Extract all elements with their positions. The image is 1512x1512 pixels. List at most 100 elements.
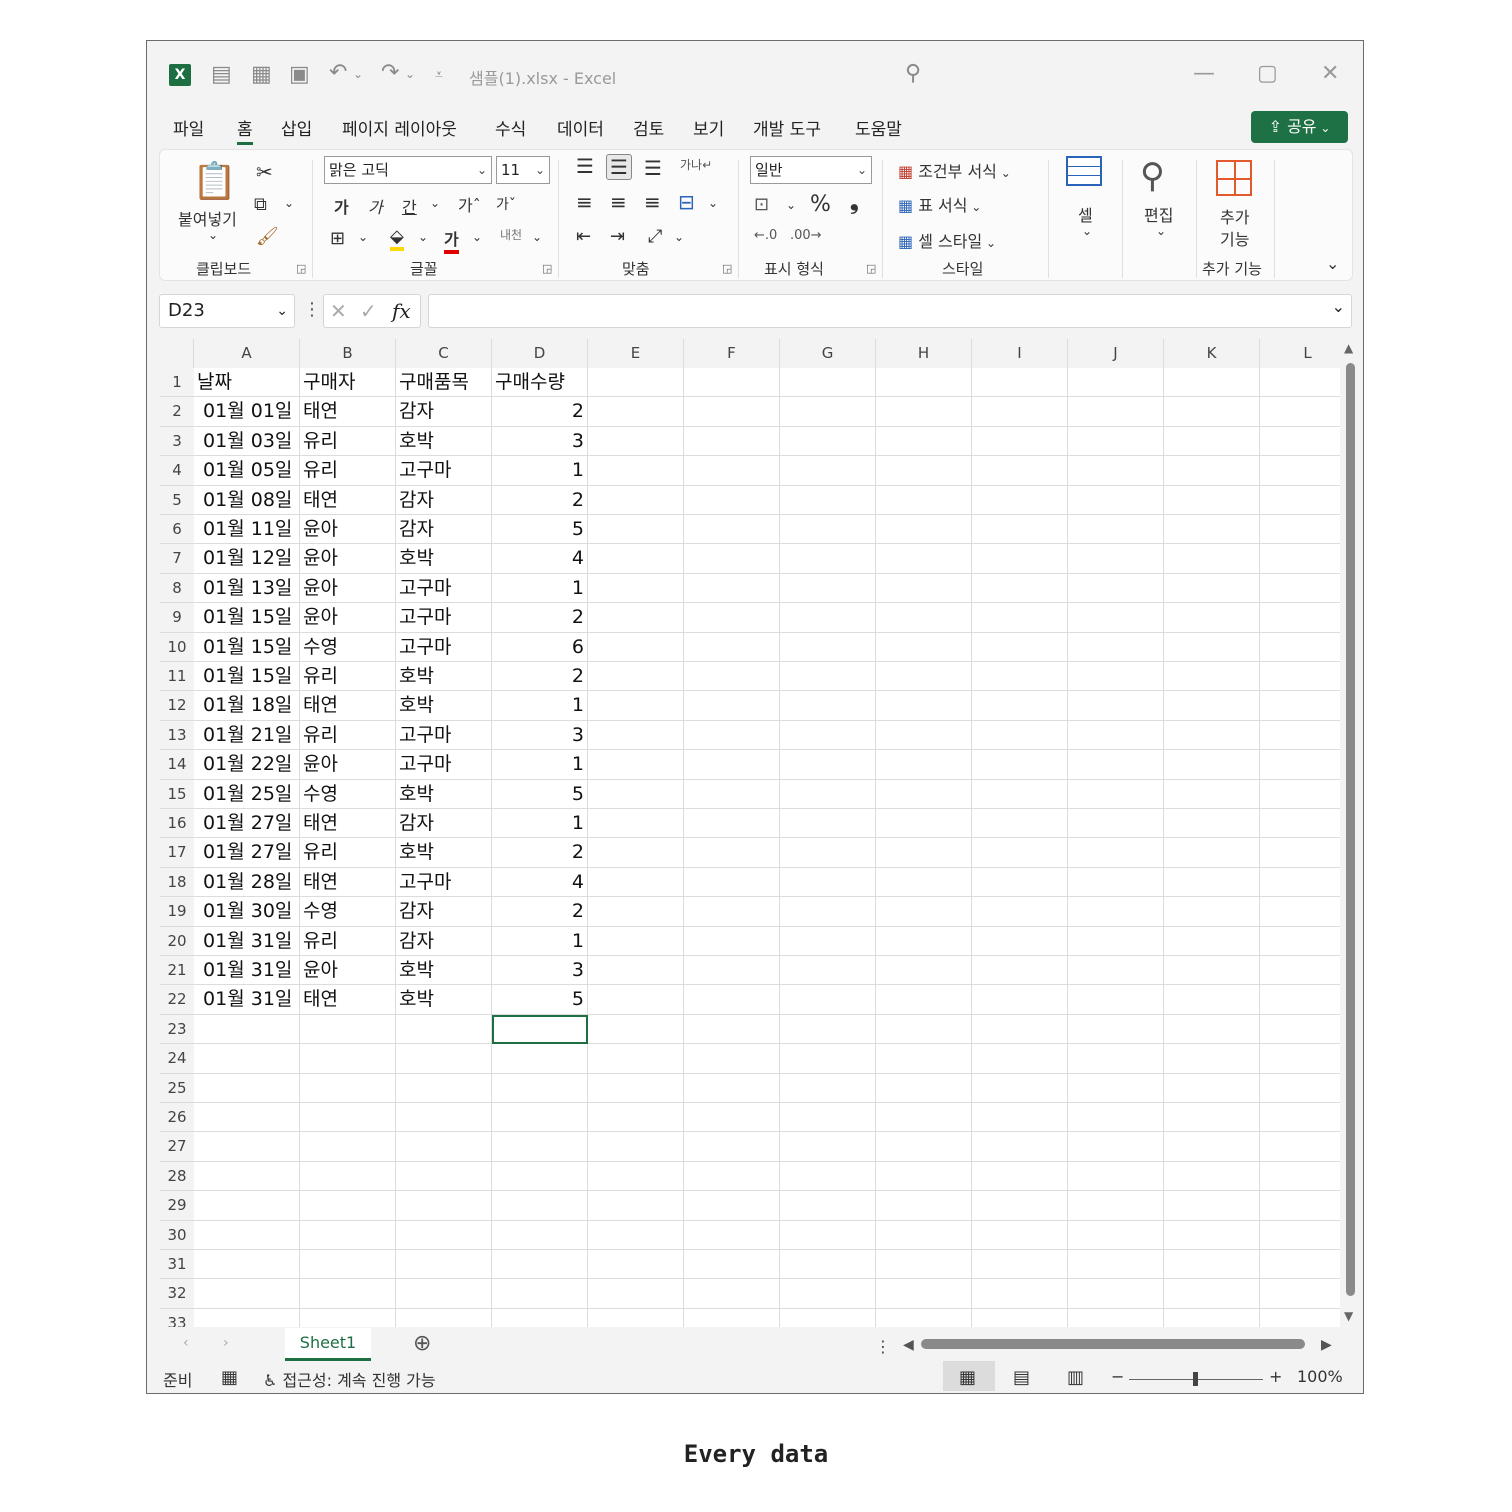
add-sheet-icon[interactable]: ⊕: [413, 1331, 431, 1356]
table-cell[interactable]: 01월 12일: [194, 544, 300, 574]
italic-button[interactable]: 가: [368, 194, 383, 218]
prev-sheet-icon[interactable]: ‹: [183, 1335, 189, 1351]
table-cell[interactable]: [588, 1250, 684, 1280]
borders-icon[interactable]: ⊞: [330, 228, 345, 249]
table-cell[interactable]: [972, 603, 1068, 633]
table-cell[interactable]: 호박: [396, 838, 492, 868]
table-cell[interactable]: [972, 779, 1068, 809]
table-cell[interactable]: [396, 1073, 492, 1103]
table-cell[interactable]: [876, 573, 972, 604]
table-cell[interactable]: 수영: [300, 897, 396, 927]
header-cell[interactable]: [1068, 368, 1164, 398]
row-header[interactable]: 2: [160, 397, 194, 427]
table-cell[interactable]: 고구마: [396, 573, 492, 604]
formula-input[interactable]: ⌄: [428, 294, 1352, 328]
addins-icon[interactable]: [1216, 160, 1252, 196]
table-cell[interactable]: 3: [492, 720, 588, 751]
table-cell[interactable]: [972, 1308, 1068, 1327]
table-cell[interactable]: [588, 1279, 684, 1309]
column-header-c[interactable]: C: [396, 339, 492, 368]
table-cell[interactable]: [684, 573, 780, 604]
table-cell[interactable]: [1164, 779, 1260, 809]
table-cell[interactable]: 감자: [396, 515, 492, 545]
row-header[interactable]: 3: [160, 426, 194, 457]
row-header[interactable]: 16: [160, 809, 194, 839]
table-cell[interactable]: 태연: [300, 485, 396, 515]
table-cell[interactable]: 3: [492, 956, 588, 986]
table-cell[interactable]: [1068, 485, 1164, 515]
table-cell[interactable]: [1068, 1103, 1164, 1133]
table-cell[interactable]: [1164, 985, 1260, 1015]
table-cell[interactable]: 유리: [300, 720, 396, 751]
table-cell[interactable]: 2: [492, 838, 588, 868]
table-cell[interactable]: [1068, 1250, 1164, 1280]
table-cell[interactable]: 수영: [300, 779, 396, 809]
table-cell[interactable]: [684, 632, 780, 662]
table-cell[interactable]: [492, 1191, 588, 1221]
table-cell[interactable]: [1260, 897, 1340, 927]
table-cell[interactable]: [492, 1073, 588, 1103]
table-cell[interactable]: [1164, 838, 1260, 868]
table-cell[interactable]: [588, 603, 684, 633]
row-header[interactable]: 17: [160, 838, 194, 868]
table-cell[interactable]: [876, 632, 972, 662]
table-cell[interactable]: [1260, 956, 1340, 986]
table-cell[interactable]: 윤아: [300, 544, 396, 574]
tab-insert[interactable]: 삽입: [281, 115, 312, 140]
editing-button[interactable]: 편집: [1144, 202, 1173, 226]
table-cell[interactable]: [684, 1191, 780, 1221]
column-header-a[interactable]: A: [194, 339, 300, 368]
table-cell[interactable]: [972, 1279, 1068, 1309]
page-layout-view-icon[interactable]: ▤: [1013, 1367, 1030, 1388]
table-cell[interactable]: [492, 1308, 588, 1327]
fill-color-dropdown-icon[interactable]: ⌄: [418, 230, 428, 244]
table-cell[interactable]: [588, 632, 684, 662]
table-cell[interactable]: [780, 809, 876, 839]
table-cell[interactable]: [972, 750, 1068, 780]
font-size-select[interactable]: 11 ⌄: [496, 156, 550, 184]
cells-button[interactable]: 셀: [1078, 202, 1093, 226]
row-header[interactable]: 26: [160, 1103, 194, 1133]
table-cell[interactable]: [1164, 1308, 1260, 1327]
table-cell[interactable]: [780, 1250, 876, 1280]
table-cell[interactable]: [876, 985, 972, 1015]
table-cell[interactable]: [396, 1161, 492, 1192]
table-cell[interactable]: [492, 1132, 588, 1162]
grow-font-button[interactable]: 가ˆ: [458, 192, 481, 216]
table-cell[interactable]: [1260, 1044, 1340, 1074]
row-header[interactable]: 4: [160, 456, 194, 486]
macro-record-icon[interactable]: ▦: [221, 1367, 238, 1388]
table-cell[interactable]: [876, 426, 972, 457]
column-header-l[interactable]: L: [1260, 339, 1340, 368]
table-cell[interactable]: 호박: [396, 662, 492, 692]
table-cell[interactable]: 01월 03일: [194, 426, 300, 457]
merge-center-icon[interactable]: ⊟: [678, 190, 695, 214]
table-cell[interactable]: 01월 11일: [194, 515, 300, 545]
row-header[interactable]: 22: [160, 985, 194, 1015]
paste-button[interactable]: 붙여넣기: [178, 206, 237, 230]
zoom-level[interactable]: 100%: [1297, 1367, 1343, 1386]
font-color-dropdown-icon[interactable]: ⌄: [472, 230, 482, 244]
column-header-e[interactable]: E: [588, 339, 684, 368]
header-cell[interactable]: [588, 368, 684, 398]
table-cell[interactable]: [396, 1044, 492, 1074]
column-header-k[interactable]: K: [1164, 339, 1260, 368]
column-header-h[interactable]: H: [876, 339, 972, 368]
expand-formula-icon[interactable]: ⌄: [1332, 297, 1345, 316]
column-header-j[interactable]: J: [1068, 339, 1164, 368]
table-cell[interactable]: [1260, 1074, 1340, 1103]
table-cell[interactable]: [780, 1279, 876, 1309]
table-cell[interactable]: 1: [492, 809, 588, 839]
table-cell[interactable]: [684, 1132, 780, 1162]
table-cell[interactable]: [972, 573, 1068, 604]
borders-dropdown-icon[interactable]: ⌄: [358, 230, 368, 244]
header-cell[interactable]: [780, 368, 876, 398]
table-cell[interactable]: [492, 1279, 588, 1309]
table-cell[interactable]: [876, 867, 972, 898]
row-header[interactable]: 28: [160, 1161, 194, 1192]
table-cell[interactable]: [492, 1044, 588, 1074]
table-cell[interactable]: [876, 750, 972, 780]
tab-developer[interactable]: 개발 도구: [753, 115, 821, 140]
table-cell[interactable]: [1068, 750, 1164, 780]
tab-data[interactable]: 데이터: [557, 115, 604, 140]
